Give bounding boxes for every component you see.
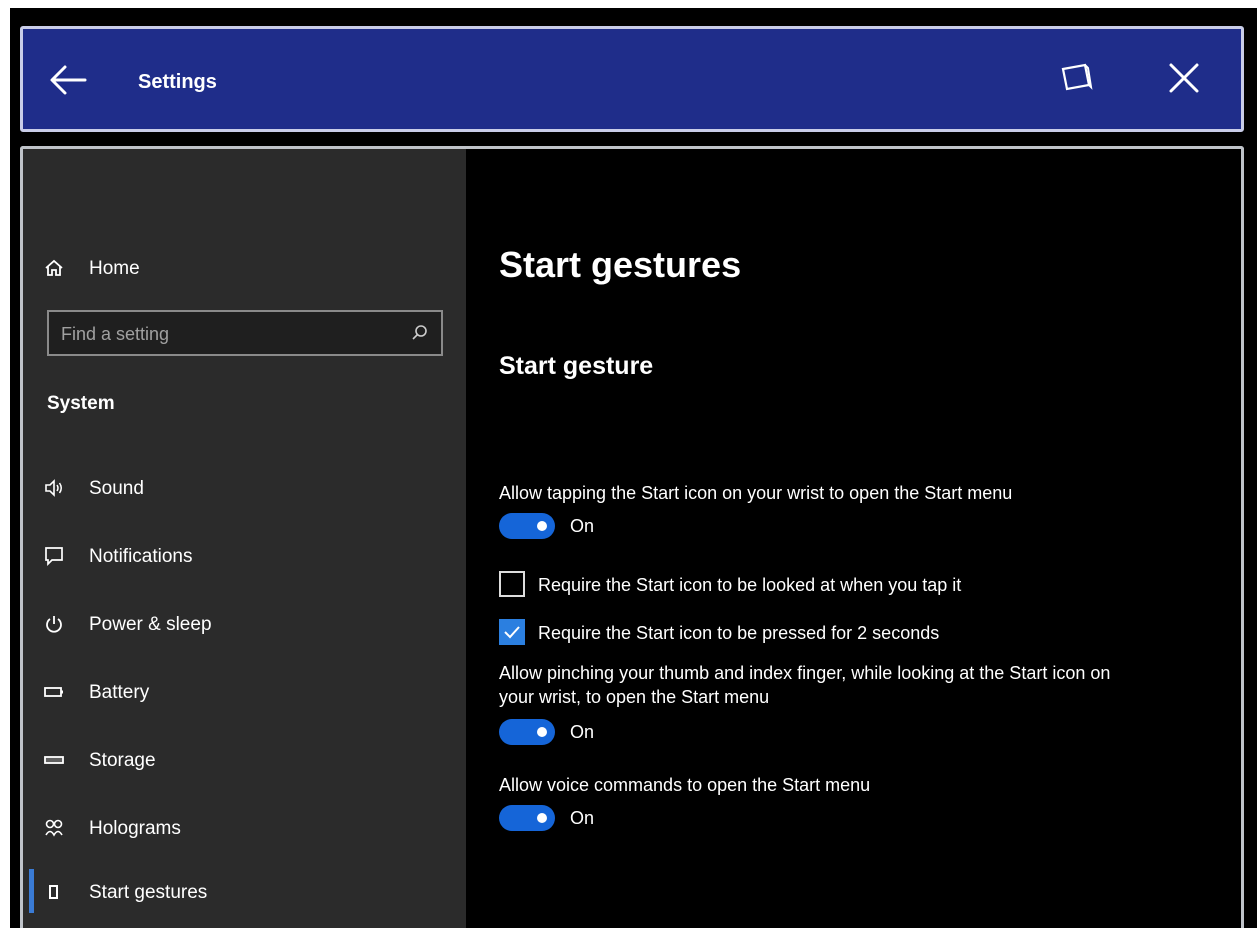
- holograms-icon: [45, 819, 63, 837]
- main-content: Start gestures Start gesture Allow tappi…: [466, 149, 1241, 928]
- checkbox-press-2-seconds[interactable]: [499, 619, 525, 645]
- section-title: Start gesture: [499, 352, 654, 380]
- setting-label-voice: Allow voice commands to open the Start m…: [499, 775, 871, 795]
- toggle-voice[interactable]: [499, 805, 555, 831]
- battery-icon: [44, 687, 63, 697]
- sidebar-item-start-gestures[interactable]: Start gestures: [23, 869, 466, 915]
- sidebar-item-sound[interactable]: Sound: [23, 465, 466, 511]
- title-bar: Settings: [20, 26, 1244, 132]
- toggle-state-label: On: [570, 722, 595, 742]
- sidebar-item-label: Holograms: [89, 818, 181, 839]
- sidebar-item-label: Battery: [89, 682, 150, 703]
- toggle-state-label: On: [570, 808, 595, 828]
- sidebar-item-label: Sound: [89, 478, 144, 499]
- sidebar-item-label: Storage: [89, 750, 156, 771]
- setting-label-pinch: Allow pinching your thumb and index fing…: [499, 663, 1111, 707]
- sidebar-item-battery[interactable]: Battery: [23, 669, 466, 715]
- toggle-tap-wrist[interactable]: [499, 513, 555, 539]
- sidebar-item-label: Home: [89, 258, 140, 279]
- sidebar-item-storage[interactable]: Storage: [23, 737, 466, 783]
- search-icon[interactable]: [411, 324, 429, 342]
- toggle-pinch[interactable]: [499, 719, 555, 745]
- arrow-left-icon[interactable]: [45, 57, 91, 103]
- sidebar-item-label: Notifications: [89, 546, 193, 567]
- speaker-icon: [45, 479, 62, 497]
- search-input[interactable]: [59, 320, 403, 348]
- storage-icon: [44, 756, 64, 764]
- sidebar-item-notifications[interactable]: Notifications: [23, 533, 466, 579]
- sidebar-item-holograms[interactable]: Holograms: [23, 805, 466, 851]
- checkmark-icon: [504, 626, 520, 639]
- home-icon: [45, 259, 63, 276]
- sidebar-item-label: Start gestures: [89, 882, 208, 903]
- section-label-system: System: [47, 393, 115, 414]
- sidebar-item-label: Power & sleep: [89, 614, 212, 635]
- power-icon: [46, 616, 62, 633]
- close-icon[interactable]: [1161, 55, 1207, 101]
- setting-label-tap-wrist: Allow tapping the Start icon on your wri…: [499, 483, 1013, 503]
- sidebar: Home System Sound Notifications: [23, 149, 466, 928]
- sidebar-item-home[interactable]: Home: [23, 245, 466, 291]
- settings-window: Home System Sound Notifications: [20, 146, 1244, 928]
- start-gestures-icon: [49, 885, 58, 899]
- checkbox-label-look-at-icon: Require the Start icon to be looked at w…: [538, 575, 962, 595]
- search-field[interactable]: [47, 310, 443, 356]
- checkbox-look-at-icon[interactable]: [499, 571, 525, 597]
- checkbox-label-press-2-seconds: Require the Start icon to be pressed for…: [538, 623, 940, 643]
- toggle-state-label: On: [570, 516, 595, 536]
- page-title: Start gestures: [499, 244, 742, 285]
- sidebar-item-power-sleep[interactable]: Power & sleep: [23, 601, 466, 647]
- notification-icon: [45, 547, 63, 567]
- window-title: Settings: [138, 71, 217, 93]
- window-mode-icon[interactable]: [1053, 55, 1099, 101]
